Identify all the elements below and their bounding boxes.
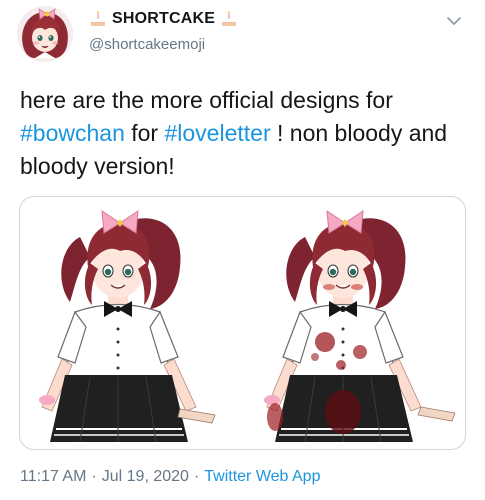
- avatar-drawing: [17, 6, 73, 62]
- separator: ·: [91, 468, 97, 485]
- author-block: SHORTCAKE @shortcakeemoji: [89, 9, 238, 53]
- tweet-media[interactable]: [19, 196, 466, 450]
- tweet-card: SHORTCAKE @shortcakeemoji here are the m…: [0, 0, 485, 500]
- tweet-text-part: for: [131, 120, 159, 146]
- separator: ·: [193, 468, 200, 485]
- hashtag-link[interactable]: #bowchan: [20, 120, 125, 146]
- user-handle[interactable]: @shortcakeemoji: [89, 36, 238, 53]
- tweet-time[interactable]: 11:17 AM: [20, 468, 86, 485]
- hashtag-link[interactable]: #loveletter: [164, 120, 270, 146]
- cake-icon: [91, 11, 105, 26]
- display-name[interactable]: SHORTCAKE: [112, 10, 215, 28]
- author-name-row[interactable]: SHORTCAKE: [89, 9, 238, 29]
- character-clean: [38, 210, 197, 443]
- tweet-source-link[interactable]: Twitter Web App: [204, 468, 320, 485]
- tweet-text-part: here are the more official designs for: [20, 87, 393, 113]
- tweet-date[interactable]: Jul 19, 2020: [102, 468, 189, 485]
- illustration: [38, 210, 456, 443]
- chevron-down-icon[interactable]: [445, 12, 463, 30]
- cake-icon: [222, 11, 237, 26]
- tweet-meta: 11:17 AM · Jul 19, 2020 · Twitter Web App: [20, 468, 320, 486]
- tweet-text: here are the more official designs for #…: [20, 84, 470, 183]
- avatar[interactable]: [17, 6, 73, 62]
- character-bloody: [263, 210, 456, 443]
